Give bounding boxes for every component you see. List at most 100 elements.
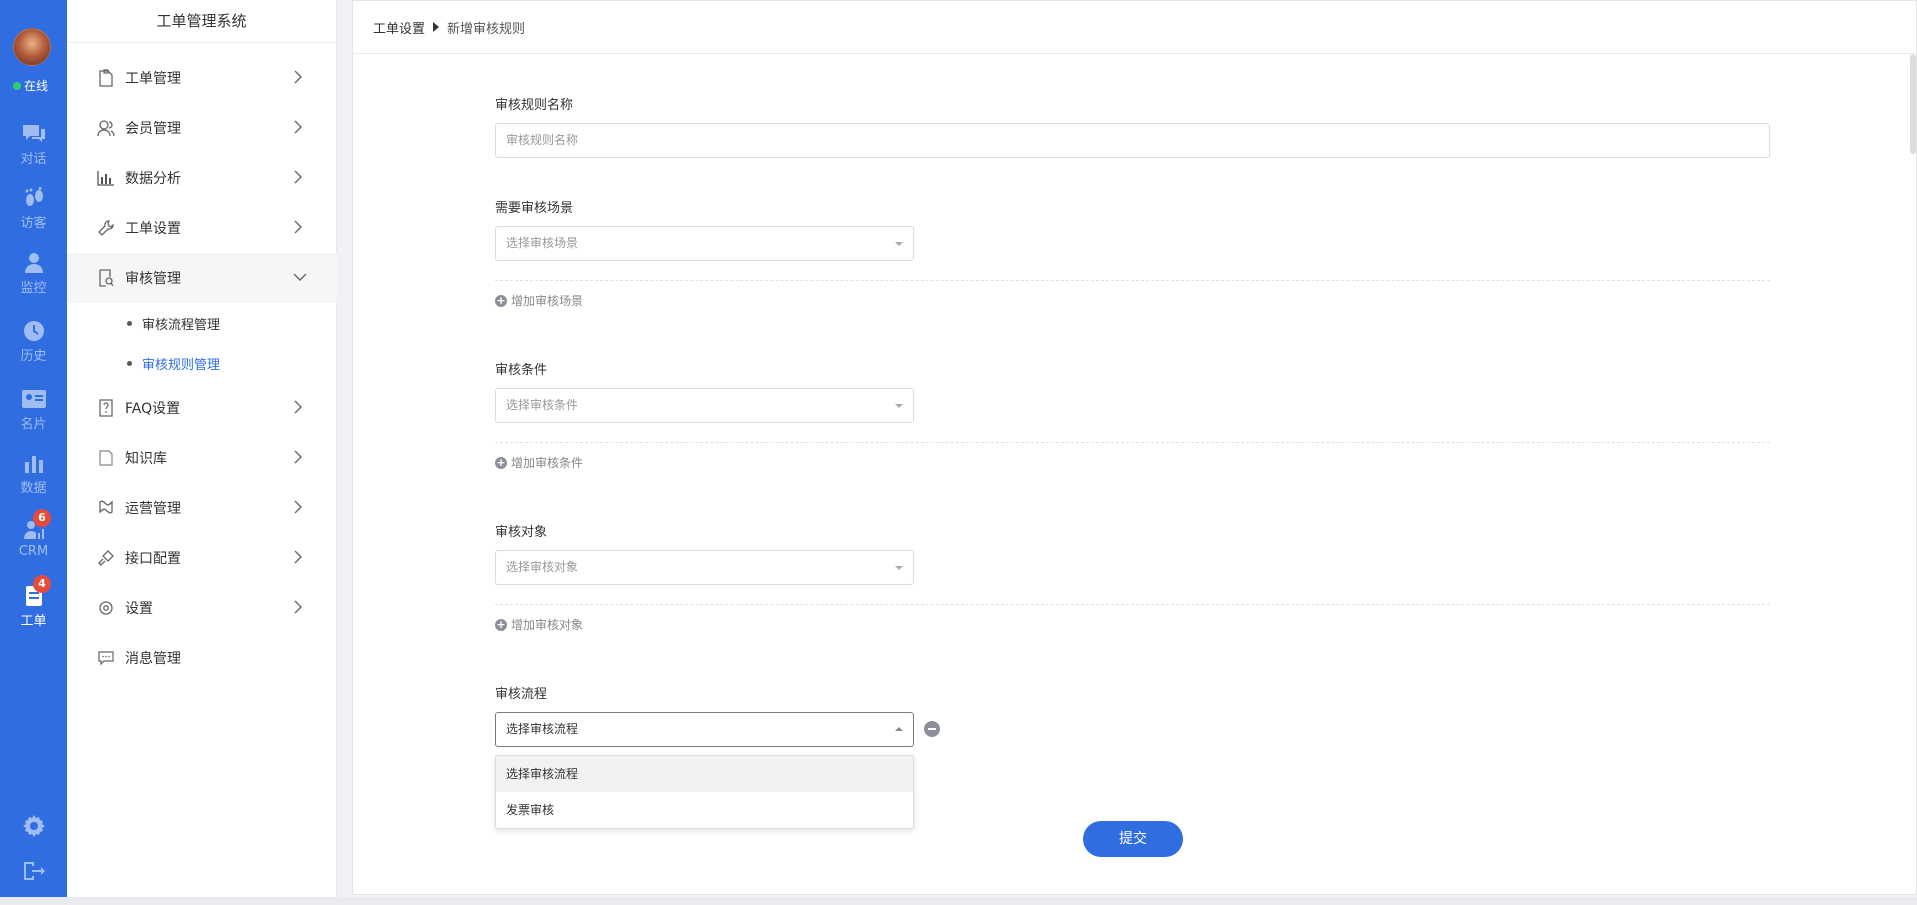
flow-option[interactable]: 发票审核 <box>496 792 913 828</box>
flow-dropdown: 选择审核流程 发票审核 <box>495 755 914 829</box>
sidebar-item-faq-settings[interactable]: FAQ设置 <box>67 383 337 433</box>
breadcrumb-arrow-icon <box>433 22 440 32</box>
caret-down-icon <box>895 404 903 408</box>
chat-icon <box>22 125 45 142</box>
condition-label: 审核条件 <box>495 363 548 378</box>
sidebar-item-label: 工单管理 <box>125 71 181 87</box>
add-condition-button[interactable]: + 增加审核条件 <box>495 454 583 471</box>
sidebar-item-operations[interactable]: 运营管理 <box>67 483 337 533</box>
sidebar-item-knowledge-base[interactable]: 知识库 <box>67 433 337 483</box>
remove-flow-button[interactable] <box>924 721 940 737</box>
rail-item-label: 访客 <box>20 216 47 231</box>
sidebar-title: 工单管理系统 <box>67 0 336 43</box>
sidebar-item-data-analysis[interactable]: 数据分析 <box>67 153 337 203</box>
rail-item-card[interactable]: 名片 <box>0 388 67 432</box>
ticket-badge: 4 <box>33 575 51 593</box>
rail-item-ticket[interactable]: 工单 <box>0 585 67 629</box>
flow-label: 审核流程 <box>495 687 548 702</box>
submenu-item-label: 审核流程管理 <box>142 317 221 333</box>
rail-logout-button[interactable] <box>0 860 67 886</box>
chevron-right-icon <box>294 400 302 414</box>
sidebar: 工单管理系统 工单管理 会员管理 数据分析 工单设置 审核管理 审核流程管理 审… <box>67 0 337 897</box>
card-icon <box>21 390 46 408</box>
rail-item-label: 监控 <box>20 281 47 296</box>
faq-icon <box>97 399 115 417</box>
sidebar-item-label: FAQ设置 <box>125 401 181 417</box>
flow-option[interactable]: 选择审核流程 <box>496 756 913 792</box>
sidebar-item-settings[interactable]: 设置 <box>67 583 337 633</box>
add-target-button[interactable]: + 增加审核对象 <box>495 616 583 633</box>
book-icon <box>97 449 115 467</box>
submenu-item-audit-flow[interactable]: 审核流程管理 <box>67 303 337 343</box>
bullet-icon <box>127 320 132 326</box>
plus-circle-icon: + <box>495 617 507 631</box>
rail-item-label: CRM <box>18 544 49 559</box>
breadcrumb: 工单设置 新增审核规则 <box>353 1 1916 54</box>
scrollbar[interactable] <box>1910 54 1916 154</box>
gear-icon <box>97 599 115 617</box>
target-select[interactable]: 选择审核对象 <box>495 550 914 585</box>
rail-item-visitor[interactable]: 访客 <box>0 187 67 231</box>
sidebar-item-message-management[interactable]: 消息管理 <box>67 633 337 683</box>
submit-button[interactable]: 提交 <box>1083 821 1183 857</box>
breadcrumb-parent[interactable]: 工单设置 <box>373 18 425 37</box>
scene-select[interactable]: 选择审核场景 <box>495 226 914 261</box>
sidebar-item-audit-management[interactable]: 审核管理 <box>67 253 337 303</box>
bar-chart-icon <box>24 456 43 473</box>
caret-up-icon <box>895 727 903 731</box>
rail-item-crm[interactable]: CRM <box>0 519 67 559</box>
rail-item-chat[interactable]: 对话 <box>0 123 67 167</box>
bottom-scrollbar-track <box>0 897 1917 905</box>
sidebar-item-member-management[interactable]: 会员管理 <box>67 103 337 153</box>
chevron-down-icon <box>293 273 307 281</box>
rail-item-history[interactable]: 历史 <box>0 320 67 364</box>
rail-item-data[interactable]: 数据 <box>0 452 67 496</box>
submenu-item-audit-rule[interactable]: 审核规则管理 <box>67 343 337 383</box>
sidebar-item-label: 设置 <box>125 601 153 617</box>
sidebar-item-label: 接口配置 <box>125 551 181 567</box>
chevron-right-icon <box>294 70 302 84</box>
operations-icon <box>97 499 115 517</box>
plus-circle-icon: + <box>495 455 507 469</box>
rail-item-label: 对话 <box>20 152 47 167</box>
rail-item-monitor[interactable]: 监控 <box>0 252 67 296</box>
footprint-icon <box>25 187 43 206</box>
rail-item-label: 工单 <box>20 614 47 629</box>
avatar[interactable] <box>13 28 51 66</box>
chevron-right-icon <box>294 450 302 464</box>
rail-item-label: 数据 <box>20 481 47 496</box>
sidebar-item-label: 知识库 <box>125 451 167 467</box>
condition-select-value: 选择审核条件 <box>506 398 579 412</box>
sidebar-item-api-config[interactable]: 接口配置 <box>67 533 337 583</box>
rule-name-input[interactable]: 审核规则名称 <box>495 123 1770 158</box>
monitor-user-icon <box>24 253 43 273</box>
chevron-right-icon <box>294 500 302 514</box>
sidebar-item-label: 审核管理 <box>125 271 181 287</box>
rail-item-label: 历史 <box>20 349 47 364</box>
plug-icon <box>97 549 115 567</box>
chevron-right-icon <box>294 120 302 134</box>
wrench-icon <box>97 219 115 237</box>
add-scene-button[interactable]: + 增加审核场景 <box>495 292 583 309</box>
chevron-right-icon <box>294 600 302 614</box>
clock-icon <box>23 321 44 341</box>
bar-chart-icon <box>97 169 115 187</box>
condition-select[interactable]: 选择审核条件 <box>495 388 914 423</box>
rail-settings-button[interactable] <box>0 814 67 842</box>
sidebar-item-ticket-management[interactable]: 工单管理 <box>67 53 337 103</box>
breadcrumb-current: 新增审核规则 <box>447 21 526 37</box>
sidebar-item-ticket-settings[interactable]: 工单设置 <box>67 203 337 253</box>
logout-icon <box>23 862 45 880</box>
main-content: 工单设置 新增审核规则 审核规则名称 审核规则名称 需要审核场景 选择审核场景 … <box>352 0 1917 895</box>
submenu-item-label: 审核规则管理 <box>142 357 221 373</box>
sidebar-item-label: 运营管理 <box>125 501 181 517</box>
divider <box>495 604 1770 605</box>
scene-label: 需要审核场景 <box>495 201 574 216</box>
caret-down-icon <box>895 566 903 570</box>
flow-select[interactable]: 选择审核流程 <box>495 712 914 747</box>
sidebar-item-label: 数据分析 <box>125 171 181 187</box>
sidebar-item-label: 工单设置 <box>125 221 181 237</box>
crm-badge: 6 <box>33 509 51 527</box>
caret-down-icon <box>895 242 903 246</box>
sidebar-item-label: 消息管理 <box>125 651 181 667</box>
